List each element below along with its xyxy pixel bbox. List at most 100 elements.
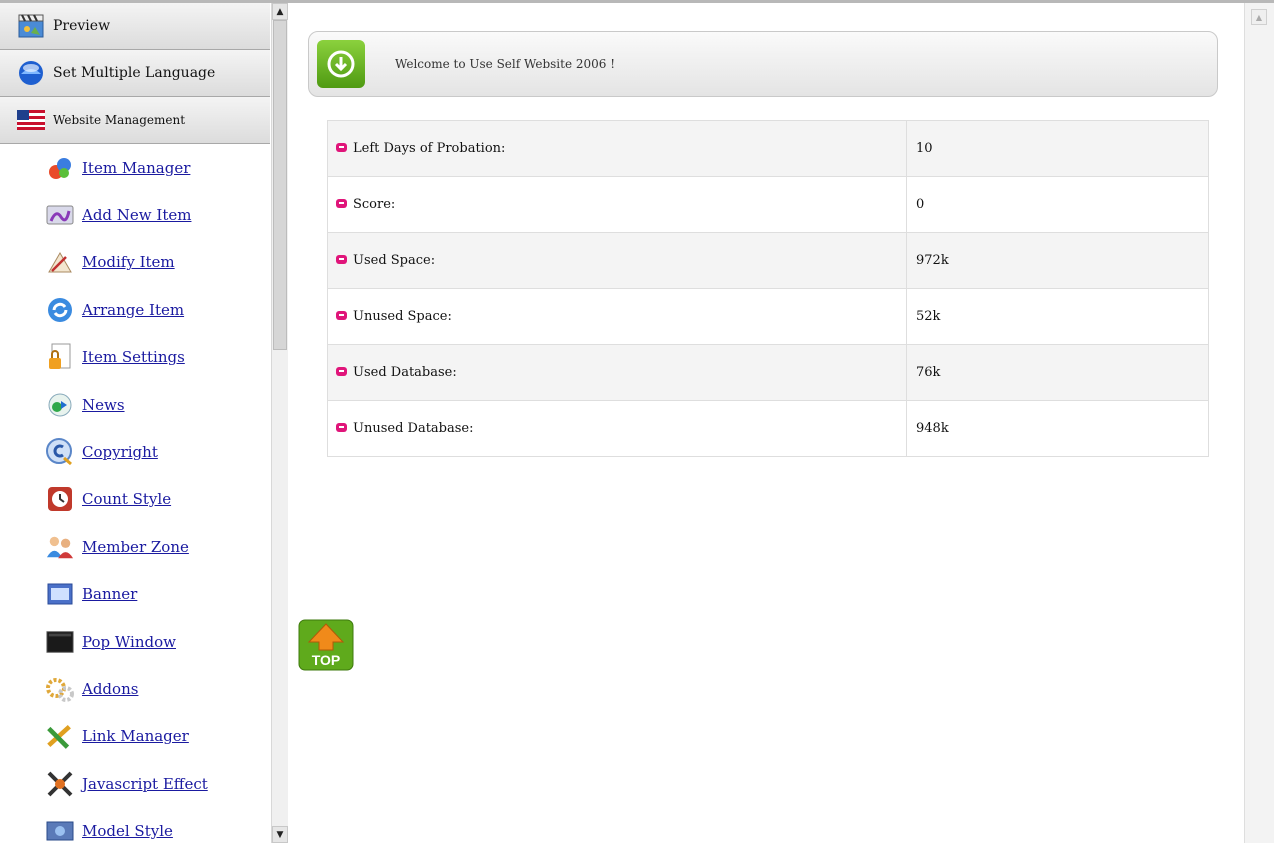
stat-label-cell: Score: [327, 176, 907, 233]
stat-label-cell: Used Space: [327, 232, 907, 289]
sidebar-item-label: Count Style [82, 490, 172, 509]
sidebar-header-label: Set Multiple Language [53, 65, 216, 81]
stat-label: Score: [353, 197, 396, 212]
document-lock-icon [46, 343, 74, 371]
sidebar-item-label: Arrange Item [82, 300, 185, 319]
link-icon [46, 722, 74, 750]
stat-label: Used Space: [353, 253, 436, 268]
scroll-up-arrow-icon[interactable]: ▲ [272, 3, 288, 20]
scrollbar-thumb[interactable] [273, 20, 287, 350]
video-clip-icon [46, 201, 74, 229]
pink-bullet-icon [336, 311, 347, 320]
stat-value: 52k [906, 288, 1209, 345]
window-icon [46, 628, 74, 656]
stat-label: Unused Space: [353, 309, 452, 324]
stat-value: 10 [906, 120, 1209, 177]
effect-icon [46, 770, 74, 798]
stat-value: 948k [906, 400, 1209, 457]
pink-bullet-icon [336, 255, 347, 264]
shapes-icon [46, 154, 74, 182]
sidebar-header-label: Website Management [53, 113, 186, 127]
sidebar-item-label: Add New Item [82, 206, 192, 225]
pink-bullet-icon [336, 367, 347, 376]
sidebar-item-label: Pop Window [82, 632, 176, 651]
table-row: Unused Space: 52k [327, 288, 1209, 345]
stat-label-cell: Used Database: [327, 344, 907, 401]
scroll-down-arrow-icon[interactable]: ▼ [272, 826, 288, 843]
refresh-icon [46, 296, 74, 324]
sidebar-item-link-manager[interactable]: Link Manager [0, 713, 270, 760]
sidebar-item-model-style[interactable]: Model Style [0, 807, 270, 843]
sidebar-item-javascript-effect[interactable]: Javascript Effect [0, 760, 270, 807]
main-frame: Welcome to Use Self Website 2006 ! Left … [288, 3, 1274, 843]
sidebar-header-language[interactable]: Set Multiple Language [0, 50, 270, 97]
sidebar-item-label: Member Zone [82, 537, 189, 556]
welcome-message: Welcome to Use Self Website 2006 ! [395, 57, 616, 71]
stat-value: 0 [906, 176, 1209, 233]
sidebar-item-label: Javascript Effect [82, 774, 208, 793]
stat-label: Used Database: [353, 365, 457, 380]
table-row: Score: 0 [327, 176, 1209, 233]
sidebar-item-item-settings[interactable]: Item Settings [0, 334, 270, 381]
left-frame: Preview Set Multiple Language Website Ma… [0, 3, 288, 843]
table-row: Left Days of Probation: 10 [327, 120, 1209, 177]
sidebar-item-modify-item[interactable]: Modify Item [0, 239, 270, 286]
pink-bullet-icon [336, 199, 347, 208]
table-row: Unused Database: 948k [327, 400, 1209, 457]
model-icon [46, 817, 74, 843]
sidebar-item-item-manager[interactable]: Item Manager [0, 144, 270, 191]
sidebar-item-count-style[interactable]: Count Style [0, 476, 270, 523]
clock-icon [46, 485, 74, 513]
welcome-bar: Welcome to Use Self Website 2006 ! [308, 31, 1218, 97]
stat-label-cell: Left Days of Probation: [327, 120, 907, 177]
sidebar-item-label: Item Manager [82, 158, 191, 177]
sidebar-item-addons[interactable]: Addons [0, 665, 270, 712]
sidebar-header-website-management[interactable]: Website Management [0, 97, 270, 144]
sidebar-header-preview[interactable]: Preview [0, 3, 270, 50]
top-arrow-icon: TOP [298, 619, 354, 671]
table-row: Used Database: 76k [327, 344, 1209, 401]
sidebar-item-label: Addons [82, 679, 139, 698]
download-arrow-icon [317, 40, 365, 88]
scroll-up-arrow-icon[interactable]: ▲ [1251, 9, 1267, 25]
news-icon [46, 391, 74, 419]
sidebar-item-add-new-item[interactable]: Add New Item [0, 191, 270, 238]
pink-bullet-icon [336, 423, 347, 432]
sidebar-item-label: Model Style [82, 822, 173, 841]
main-scrollbar[interactable]: ▲ [1244, 3, 1274, 843]
members-icon [46, 533, 74, 561]
sidebar-item-label: Modify Item [82, 253, 175, 272]
stat-value: 972k [906, 232, 1209, 289]
top-button-label: TOP [312, 652, 341, 668]
clapperboard-icon [17, 12, 45, 40]
sidebar-item-label: Banner [82, 585, 138, 604]
us-flag-icon [17, 106, 45, 134]
sidebar-scrollbar[interactable]: ▲ ▼ [271, 3, 288, 843]
stat-label-cell: Unused Space: [327, 288, 907, 345]
copyright-icon [46, 438, 74, 466]
sidebar-item-arrange-item[interactable]: Arrange Item [0, 286, 270, 333]
sidebar-item-label: Link Manager [82, 727, 189, 746]
sidebar-item-copyright[interactable]: Copyright [0, 428, 270, 475]
back-to-top-button[interactable]: TOP [297, 618, 355, 672]
sidebar-item-label: Item Settings [82, 348, 185, 367]
stat-label: Unused Database: [353, 421, 474, 436]
stat-label: Left Days of Probation: [353, 141, 506, 156]
stat-label-cell: Unused Database: [327, 400, 907, 457]
gears-icon [46, 675, 74, 703]
sidebar-menu: Preview Set Multiple Language Website Ma… [0, 3, 270, 843]
banner-icon [46, 580, 74, 608]
stats-table: Left Days of Probation: 10 Score: 0 Used… [327, 120, 1209, 457]
sidebar-item-pop-window[interactable]: Pop Window [0, 618, 270, 665]
sidebar-item-member-zone[interactable]: Member Zone [0, 523, 270, 570]
sidebar-item-label: Copyright [82, 443, 158, 462]
drawing-icon [46, 248, 74, 276]
pink-bullet-icon [336, 143, 347, 152]
globe-icon [17, 59, 45, 87]
stat-value: 76k [906, 344, 1209, 401]
table-row: Used Space: 972k [327, 232, 1209, 289]
sidebar-item-news[interactable]: News [0, 381, 270, 428]
sidebar-item-label: News [82, 395, 125, 414]
sidebar-item-banner[interactable]: Banner [0, 571, 270, 618]
sidebar-header-label: Preview [53, 18, 111, 34]
